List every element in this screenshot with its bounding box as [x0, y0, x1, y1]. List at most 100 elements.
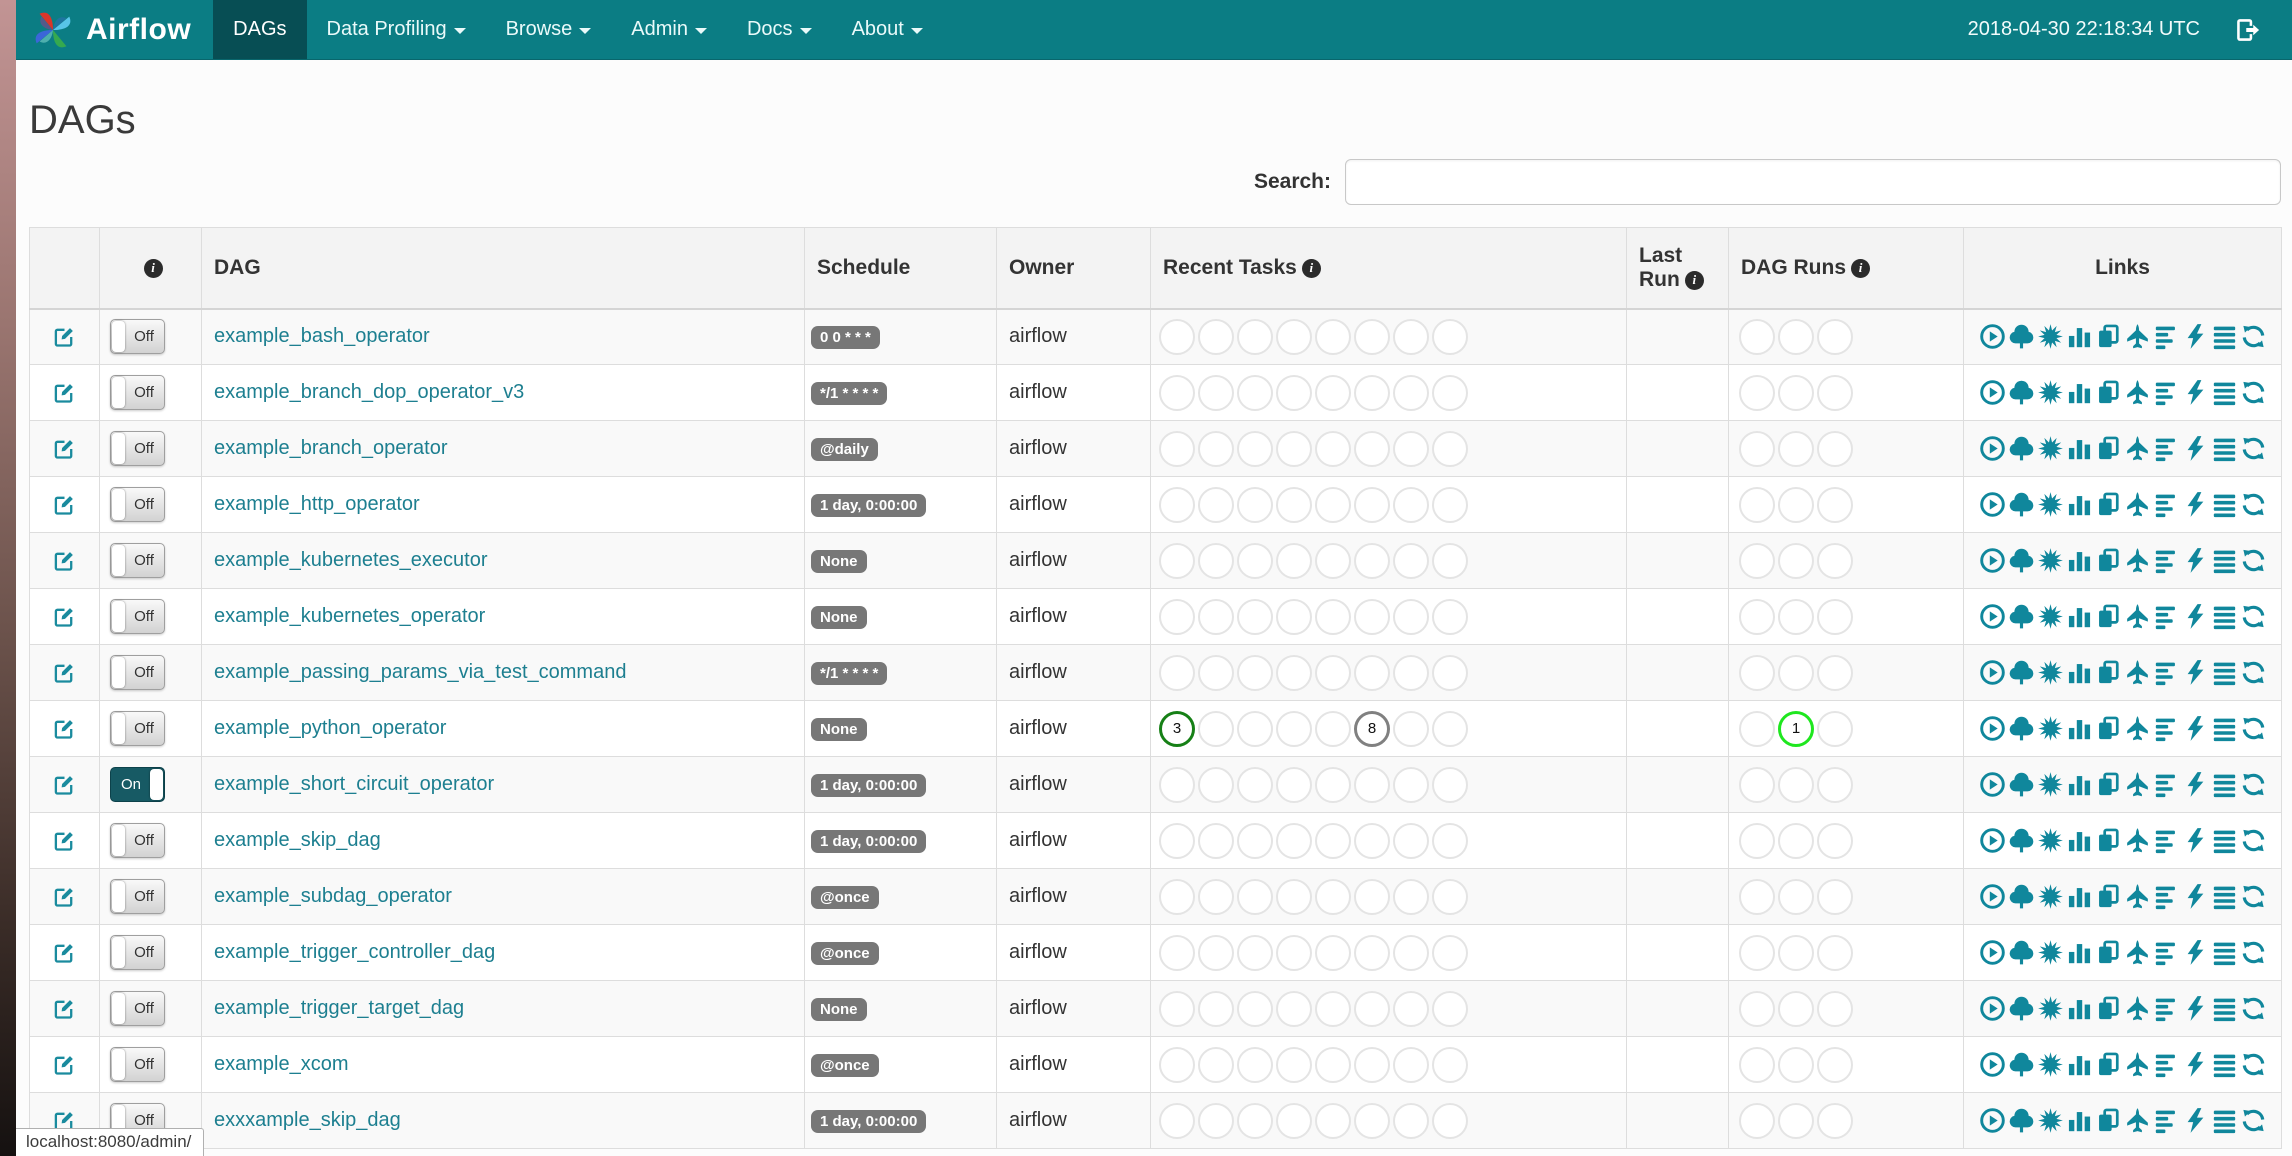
dag-pause-toggle[interactable]: Off	[110, 431, 165, 466]
edit-dag-icon[interactable]	[53, 325, 76, 348]
refresh-icon[interactable]	[2240, 491, 2267, 518]
graph-view-icon[interactable]	[2037, 1051, 2064, 1078]
refresh-icon[interactable]	[2240, 659, 2267, 686]
code-view-icon[interactable]	[2182, 827, 2209, 854]
task-duration-icon[interactable]	[2066, 883, 2093, 910]
code-view-icon[interactable]	[2182, 995, 2209, 1022]
landing-times-icon[interactable]	[2124, 995, 2151, 1022]
graph-view-icon[interactable]	[2037, 715, 2064, 742]
logout-icon[interactable]	[2234, 16, 2262, 44]
trigger-dag-icon[interactable]	[1979, 491, 2006, 518]
dag-pause-toggle[interactable]: Off	[110, 1047, 165, 1082]
landing-times-icon[interactable]	[2124, 715, 2151, 742]
code-view-icon[interactable]	[2182, 491, 2209, 518]
landing-times-icon[interactable]	[2124, 603, 2151, 630]
dag-pause-toggle[interactable]: Off	[110, 655, 165, 690]
refresh-icon[interactable]	[2240, 323, 2267, 350]
graph-view-icon[interactable]	[2037, 883, 2064, 910]
dag-pause-toggle[interactable]: Off	[110, 599, 165, 634]
refresh-icon[interactable]	[2240, 547, 2267, 574]
graph-view-icon[interactable]	[2037, 771, 2064, 798]
logs-icon[interactable]	[2211, 715, 2238, 742]
trigger-dag-icon[interactable]	[1979, 379, 2006, 406]
task-duration-icon[interactable]	[2066, 827, 2093, 854]
tree-view-icon[interactable]	[2008, 435, 2035, 462]
tree-view-icon[interactable]	[2008, 827, 2035, 854]
nav-item-about[interactable]: About	[832, 0, 943, 59]
gantt-icon[interactable]	[2153, 1107, 2180, 1134]
logs-icon[interactable]	[2211, 939, 2238, 966]
dag-link[interactable]: example_trigger_controller_dag	[214, 941, 495, 963]
gantt-icon[interactable]	[2153, 939, 2180, 966]
refresh-icon[interactable]	[2240, 827, 2267, 854]
landing-times-icon[interactable]	[2124, 491, 2151, 518]
logs-icon[interactable]	[2211, 435, 2238, 462]
trigger-dag-icon[interactable]	[1979, 995, 2006, 1022]
trigger-dag-icon[interactable]	[1979, 1107, 2006, 1134]
dag-pause-toggle[interactable]: Off	[110, 991, 165, 1026]
code-view-icon[interactable]	[2182, 603, 2209, 630]
trigger-dag-icon[interactable]	[1979, 1051, 2006, 1078]
edit-dag-icon[interactable]	[53, 493, 76, 516]
task-duration-icon[interactable]	[2066, 995, 2093, 1022]
graph-view-icon[interactable]	[2037, 379, 2064, 406]
dag-pause-toggle[interactable]: On	[110, 767, 165, 802]
dag-link[interactable]: example_short_circuit_operator	[214, 773, 494, 795]
task-tries-icon[interactable]	[2095, 323, 2122, 350]
task-tries-icon[interactable]	[2095, 1051, 2122, 1078]
gantt-icon[interactable]	[2153, 883, 2180, 910]
refresh-icon[interactable]	[2240, 995, 2267, 1022]
code-view-icon[interactable]	[2182, 883, 2209, 910]
graph-view-icon[interactable]	[2037, 995, 2064, 1022]
trigger-dag-icon[interactable]	[1979, 827, 2006, 854]
refresh-icon[interactable]	[2240, 603, 2267, 630]
edit-dag-icon[interactable]	[53, 549, 76, 572]
landing-times-icon[interactable]	[2124, 659, 2151, 686]
edit-dag-icon[interactable]	[53, 437, 76, 460]
gantt-icon[interactable]	[2153, 603, 2180, 630]
task-tries-icon[interactable]	[2095, 379, 2122, 406]
edit-dag-icon[interactable]	[53, 661, 76, 684]
task-duration-icon[interactable]	[2066, 435, 2093, 462]
trigger-dag-icon[interactable]	[1979, 603, 2006, 630]
task-tries-icon[interactable]	[2095, 883, 2122, 910]
landing-times-icon[interactable]	[2124, 323, 2151, 350]
landing-times-icon[interactable]	[2124, 771, 2151, 798]
edit-dag-icon[interactable]	[53, 1053, 76, 1076]
landing-times-icon[interactable]	[2124, 379, 2151, 406]
tree-view-icon[interactable]	[2008, 939, 2035, 966]
dag-link[interactable]: example_bash_operator	[214, 325, 430, 347]
gantt-icon[interactable]	[2153, 435, 2180, 462]
refresh-icon[interactable]	[2240, 1107, 2267, 1134]
tree-view-icon[interactable]	[2008, 715, 2035, 742]
edit-dag-icon[interactable]	[53, 941, 76, 964]
brand-link[interactable]: Airflow	[16, 0, 213, 59]
dag-link[interactable]: example_skip_dag	[214, 829, 381, 851]
dag-link[interactable]: example_branch_operator	[214, 437, 448, 459]
tree-view-icon[interactable]	[2008, 491, 2035, 518]
task-duration-icon[interactable]	[2066, 771, 2093, 798]
dag-link[interactable]: example_trigger_target_dag	[214, 997, 464, 1019]
nav-item-data-profiling[interactable]: Data Profiling	[307, 0, 486, 59]
refresh-icon[interactable]	[2240, 939, 2267, 966]
task-duration-icon[interactable]	[2066, 1107, 2093, 1134]
tree-view-icon[interactable]	[2008, 323, 2035, 350]
nav-item-docs[interactable]: Docs	[727, 0, 832, 59]
tree-view-icon[interactable]	[2008, 1107, 2035, 1134]
dag-link[interactable]: example_kubernetes_executor	[214, 549, 488, 571]
gantt-icon[interactable]	[2153, 379, 2180, 406]
nav-item-browse[interactable]: Browse	[486, 0, 612, 59]
landing-times-icon[interactable]	[2124, 435, 2151, 462]
task-duration-icon[interactable]	[2066, 491, 2093, 518]
dag-pause-toggle[interactable]: Off	[110, 879, 165, 914]
tree-view-icon[interactable]	[2008, 603, 2035, 630]
edit-dag-icon[interactable]	[53, 773, 76, 796]
code-view-icon[interactable]	[2182, 547, 2209, 574]
dag-link[interactable]: example_xcom	[214, 1053, 349, 1075]
task-tries-icon[interactable]	[2095, 491, 2122, 518]
gantt-icon[interactable]	[2153, 491, 2180, 518]
code-view-icon[interactable]	[2182, 715, 2209, 742]
dag-link[interactable]: example_python_operator	[214, 717, 446, 739]
dag-link[interactable]: example_http_operator	[214, 493, 420, 515]
code-view-icon[interactable]	[2182, 323, 2209, 350]
